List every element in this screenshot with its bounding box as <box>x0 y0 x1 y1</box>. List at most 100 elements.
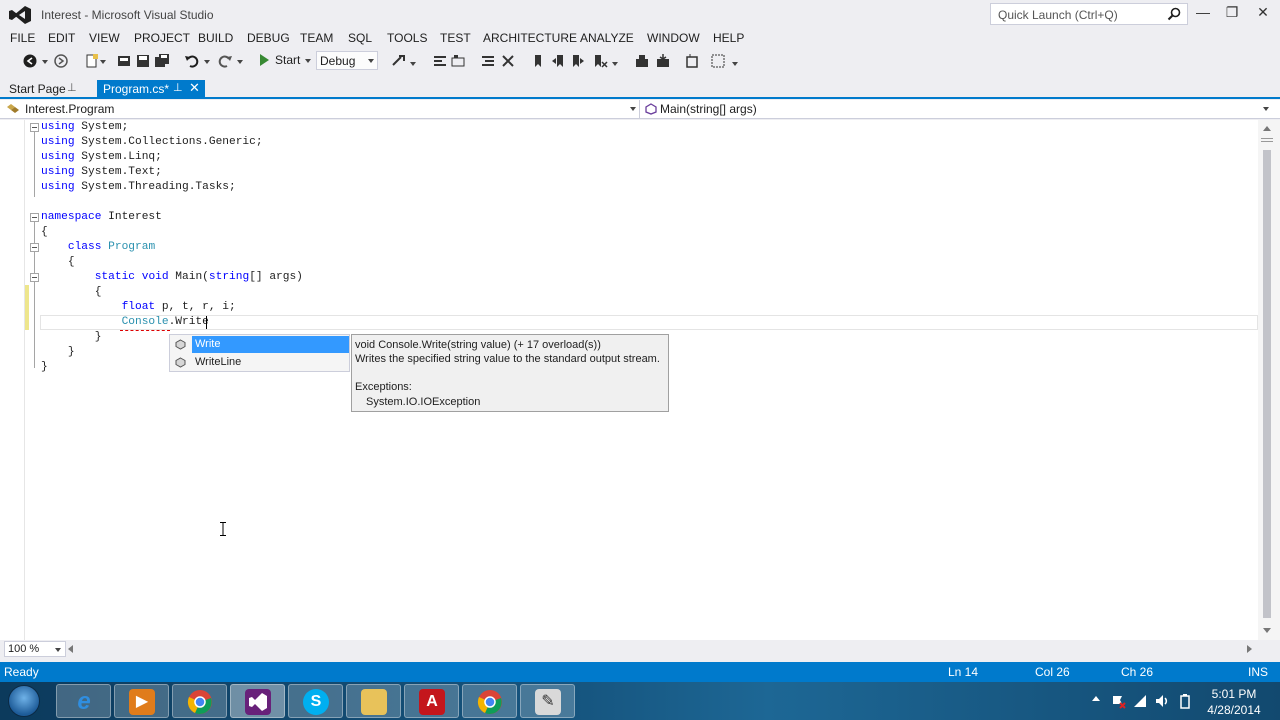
search-icon[interactable] <box>1167 7 1181 21</box>
scroll-right-icon[interactable] <box>1247 645 1252 653</box>
save-icon[interactable] <box>135 53 151 69</box>
taskbar-chrome-2[interactable] <box>462 684 517 718</box>
chevron-down-icon[interactable] <box>204 60 210 64</box>
save-all-icon[interactable] <box>154 53 170 69</box>
menu-debug[interactable]: DEBUG <box>247 31 290 45</box>
chevron-down-icon[interactable] <box>612 62 618 66</box>
scrollbar-thumb[interactable] <box>1263 150 1271 618</box>
outdent-icon[interactable] <box>500 53 516 69</box>
quick-launch-input[interactable]: Quick Launch (Ctrl+Q) <box>990 3 1188 25</box>
code-token: .Write <box>168 316 209 328</box>
chevron-down-icon[interactable] <box>410 62 416 66</box>
collapse-method-icon[interactable] <box>30 273 39 282</box>
previous-bookmark-icon[interactable] <box>550 53 566 69</box>
layout-icon[interactable] <box>710 53 726 69</box>
quick-launch-placeholder: Quick Launch (Ctrl+Q) <box>998 8 1118 22</box>
tab-start-page[interactable]: Start Page ⊥ <box>0 80 92 97</box>
taskbar-file-explorer[interactable] <box>346 684 401 718</box>
menu-analyze[interactable]: ANALYZE <box>580 31 634 45</box>
vertical-scrollbar[interactable] <box>1258 120 1280 640</box>
indent-icon[interactable] <box>480 53 496 69</box>
tab-program-cs-label: Program.cs* <box>103 82 170 96</box>
menu-tools[interactable]: TOOLS <box>387 31 427 45</box>
close-tab-icon[interactable]: ✕ <box>189 80 200 96</box>
clear-bookmarks-icon[interactable] <box>592 53 608 69</box>
code-token: using <box>41 181 75 193</box>
scroll-down-icon[interactable] <box>1263 628 1271 633</box>
code-token: System.Linq; <box>74 151 162 163</box>
member-dropdown[interactable]: Main(string[] args) <box>641 100 1273 118</box>
solution-configuration-dropdown[interactable]: Debug <box>316 51 378 70</box>
taskbar-visual-studio[interactable] <box>230 684 285 718</box>
window-title: Interest - Microsoft Visual Studio <box>41 8 214 22</box>
status-column: Col 26 <box>1035 665 1070 679</box>
method-icon <box>175 357 186 368</box>
chevron-down-icon[interactable] <box>732 62 738 66</box>
taskbar-notepad[interactable]: ✎ <box>520 684 575 718</box>
menu-file[interactable]: FILE <box>10 31 35 45</box>
windows-start-button[interactable] <box>8 685 40 717</box>
menu-view[interactable]: VIEW <box>89 31 120 45</box>
attach-process-icon[interactable] <box>391 53 407 69</box>
undo-icon[interactable] <box>184 53 200 69</box>
volume-icon[interactable] <box>1154 693 1170 709</box>
pin-icon[interactable]: ⊥ <box>67 81 77 94</box>
taskbar-chrome[interactable] <box>172 684 227 718</box>
scroll-up-icon[interactable] <box>1263 126 1271 131</box>
menu-architecture[interactable]: ARCHITECTURE <box>483 31 577 45</box>
taskbar-media-player[interactable]: ▶ <box>114 684 169 718</box>
completion-item-write[interactable]: Write <box>170 336 349 353</box>
restore-button[interactable]: ❐ <box>1219 4 1245 24</box>
show-hidden-icons-icon[interactable] <box>1092 696 1100 701</box>
taskbar-skype[interactable]: S <box>288 684 343 718</box>
chevron-down-icon[interactable] <box>42 60 48 64</box>
collapse-class-icon[interactable] <box>30 243 39 252</box>
new-window-icon[interactable] <box>684 53 700 69</box>
find-icon[interactable] <box>634 53 650 69</box>
tooltip-exception: System.IO.IOException <box>366 396 481 408</box>
collapse-using-icon[interactable] <box>30 123 39 132</box>
chevron-down-icon[interactable] <box>305 59 311 63</box>
menu-project[interactable]: PROJECT <box>134 31 190 45</box>
menu-window[interactable]: WINDOW <box>647 31 700 45</box>
action-center-icon[interactable] <box>1110 693 1126 709</box>
tab-program-cs[interactable]: Program.cs* ⊥ ✕ <box>97 80 205 99</box>
code-line: } <box>41 360 48 375</box>
menu-sql[interactable]: SQL <box>348 31 372 45</box>
comment-icon[interactable] <box>450 53 466 69</box>
navigate-back-icon[interactable] <box>22 53 38 69</box>
battery-icon[interactable] <box>1177 693 1193 709</box>
find-in-files-icon[interactable] <box>655 53 671 69</box>
chevron-down-icon[interactable] <box>237 60 243 64</box>
menu-test[interactable]: TEST <box>440 31 471 45</box>
minimize-button[interactable]: — <box>1190 4 1216 24</box>
clock-time[interactable]: 5:01 PM <box>1200 687 1268 701</box>
completion-item-writeline[interactable]: WriteLine <box>170 354 349 371</box>
chevron-down-icon[interactable] <box>100 60 106 64</box>
next-bookmark-icon[interactable] <box>570 53 586 69</box>
bookmark-icon[interactable] <box>530 53 546 69</box>
taskbar-internet-explorer[interactable]: e <box>56 684 111 718</box>
menu-edit[interactable]: EDIT <box>48 31 75 45</box>
type-dropdown[interactable]: Interest.Program <box>0 100 640 118</box>
navigate-forward-icon[interactable] <box>53 53 69 69</box>
tab-start-page-label: Start Page <box>9 82 66 96</box>
format-icon[interactable] <box>432 53 448 69</box>
taskbar-acrobat[interactable]: A <box>404 684 459 718</box>
redo-icon[interactable] <box>217 53 233 69</box>
network-icon[interactable] <box>1132 693 1148 709</box>
zoom-dropdown[interactable]: 100 % <box>4 641 66 657</box>
split-handle[interactable] <box>1261 138 1273 142</box>
clock-date[interactable]: 4/28/2014 <box>1200 703 1268 717</box>
intellisense-completion-list[interactable]: Write WriteLine <box>169 334 350 372</box>
open-file-icon[interactable] <box>116 53 132 69</box>
collapse-namespace-icon[interactable] <box>30 213 39 222</box>
close-button[interactable]: ✕ <box>1250 4 1276 24</box>
menu-team[interactable]: TEAM <box>300 31 333 45</box>
new-project-icon[interactable] <box>84 53 100 69</box>
pin-icon[interactable]: ⊥ <box>173 81 183 94</box>
menu-help[interactable]: HELP <box>713 31 744 45</box>
scroll-left-icon[interactable] <box>68 645 73 653</box>
menu-build[interactable]: BUILD <box>198 31 233 45</box>
